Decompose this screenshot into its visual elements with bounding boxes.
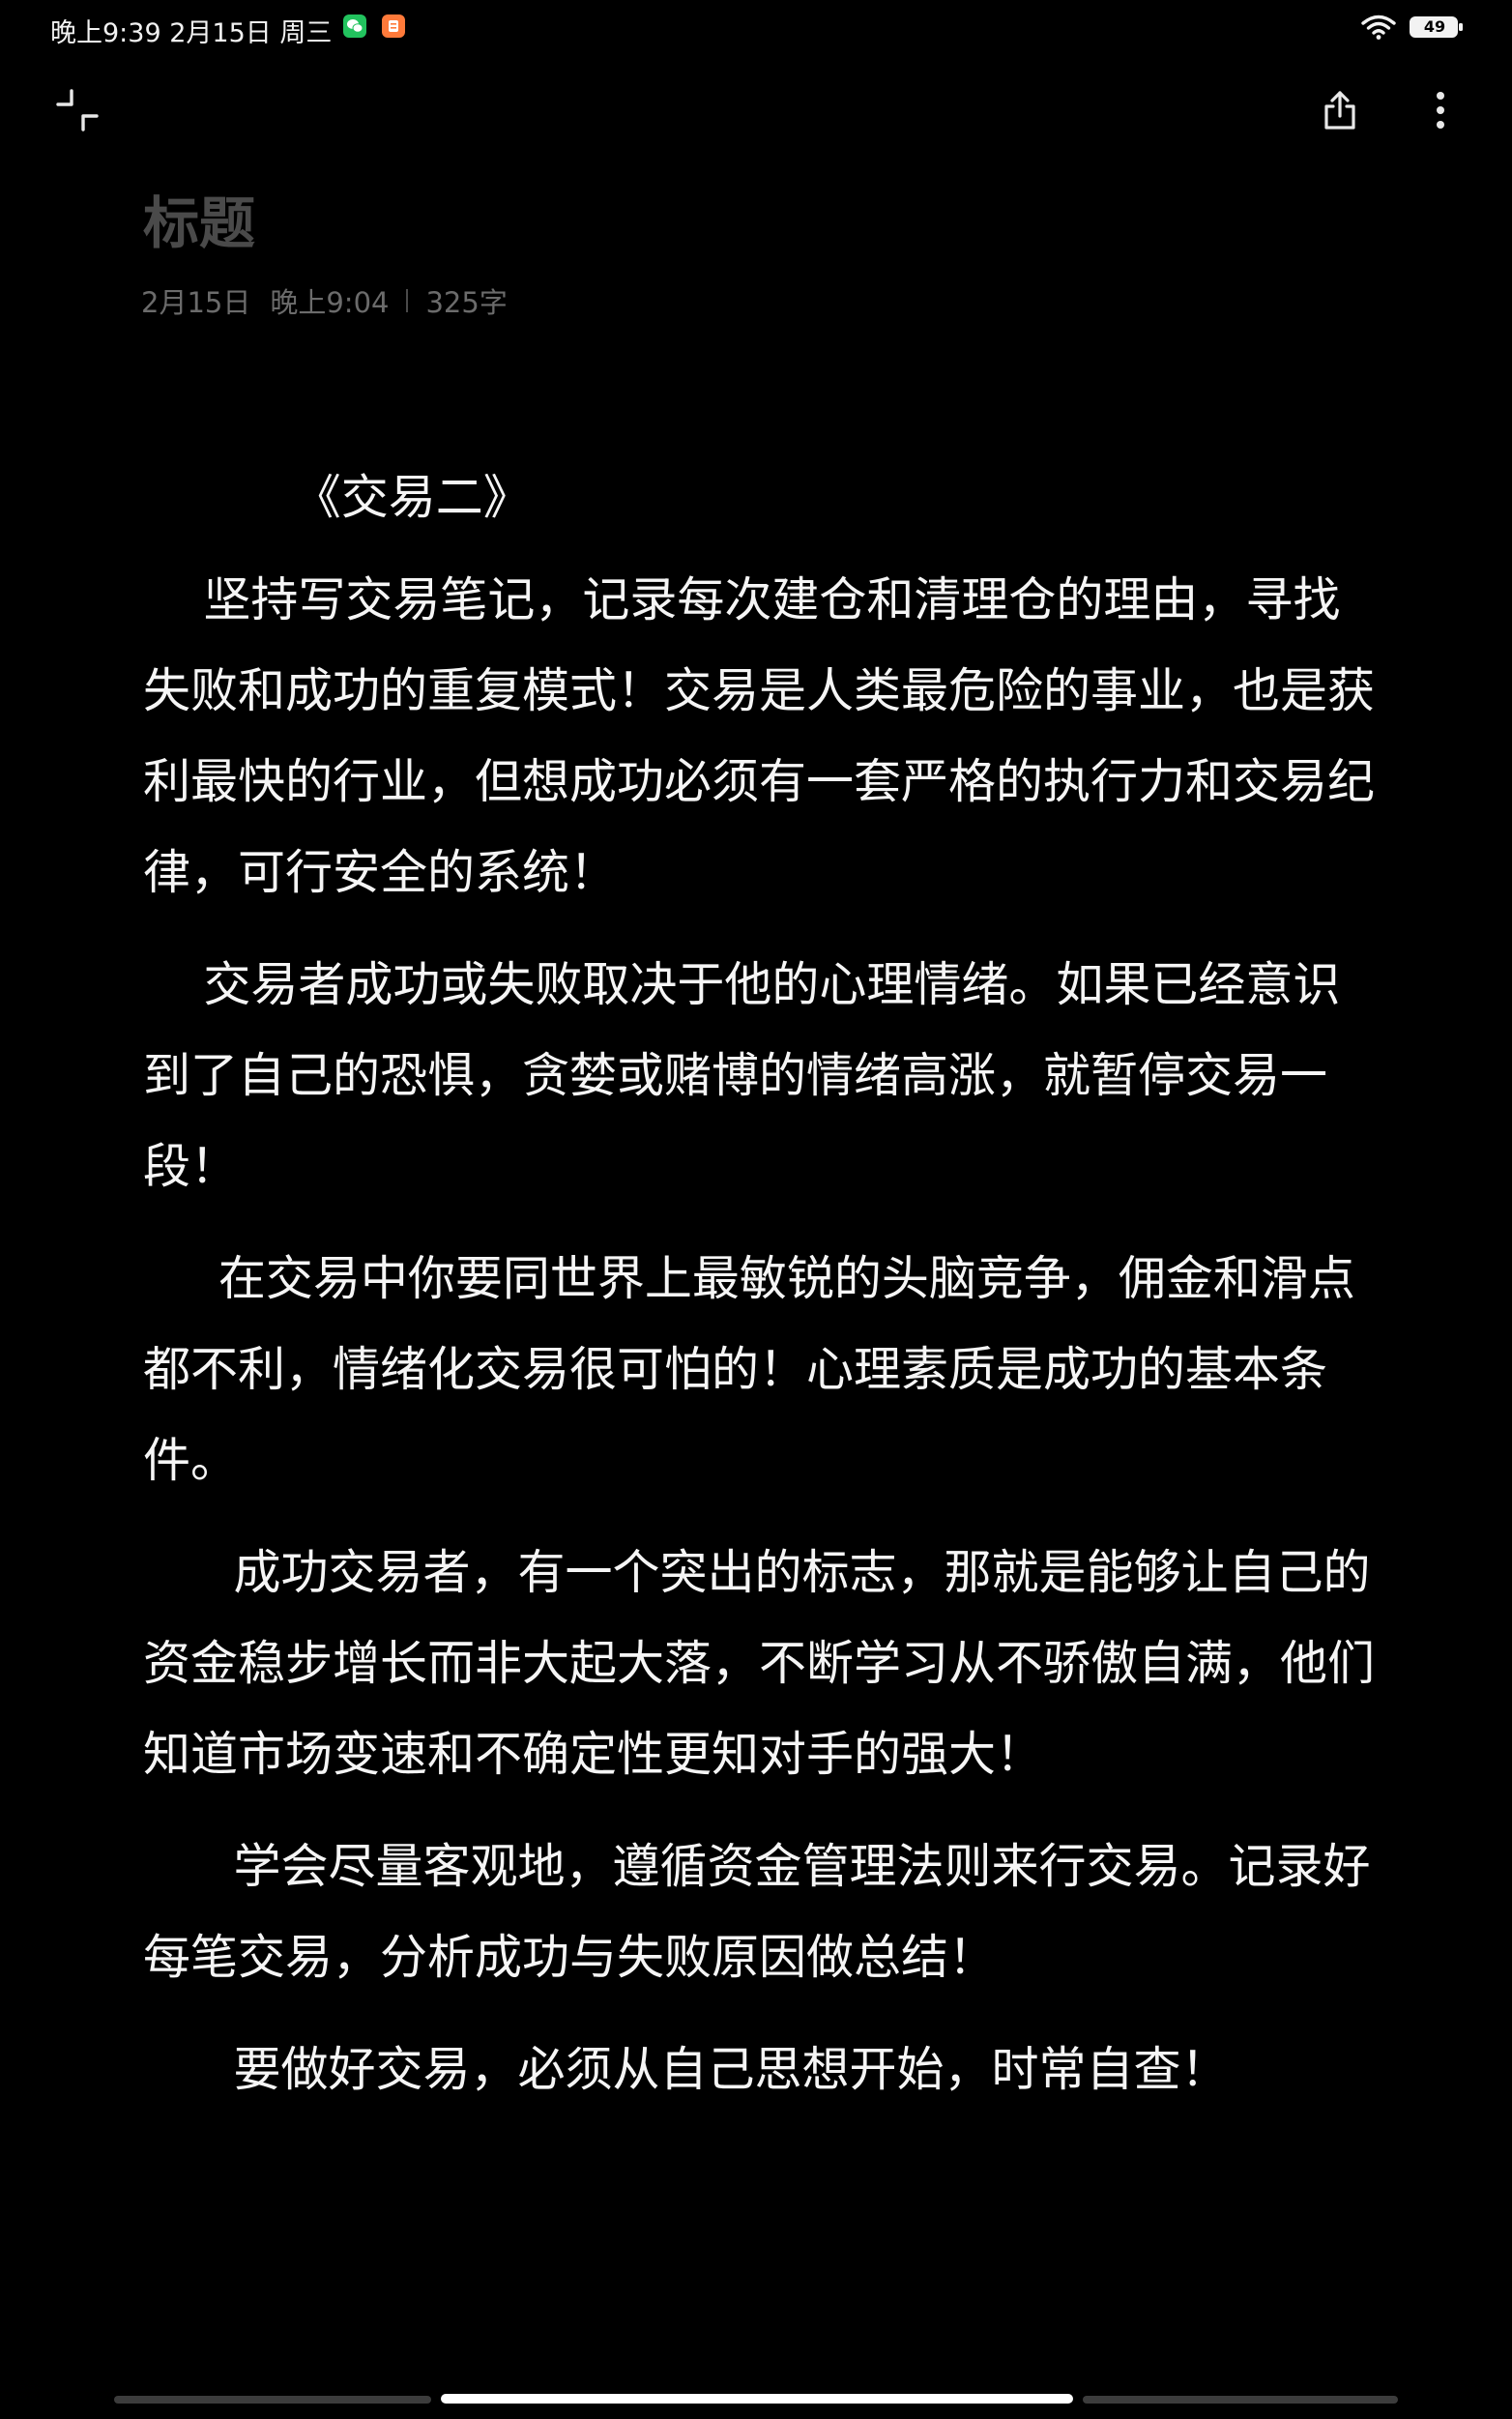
note-title[interactable]: 标题: [143, 178, 255, 259]
note-paragraph-6: 要做好交易，必须从自己思想开始，时常自查！: [143, 2042, 1229, 2097]
battery-level: 49: [1423, 17, 1446, 36]
note-word-count: 325字: [425, 286, 508, 319]
note-date: 2月15日: [141, 286, 251, 319]
note-paragraph-5: 学会尽量客观地，遵循资金管理法则来行交易。记录好每笔交易，分析成功与失败原因做总…: [143, 1839, 1371, 1985]
gesture-bar-left: [114, 2396, 431, 2404]
meta-divider: [406, 289, 409, 312]
more-vertical-icon: [1437, 92, 1444, 129]
note-paragraph-1: 坚持写交易笔记，记录每次建仓和清理仓的理由，寻找失败和成功的重复模式！交易是人类…: [143, 572, 1376, 900]
share-button[interactable]: [1305, 75, 1375, 145]
note-paragraph-4: 成功交易者，有一个突出的标志，那就是能够让自己的资金稳步增长而非大起大落，不断学…: [143, 1545, 1376, 1782]
share-icon: [1324, 91, 1355, 130]
note-paragraph-3: 在交易中你要同世界上最敏锐的头脑竞争，佣金和滑点都不利，情绪化交易很可怕的！心理…: [143, 1251, 1355, 1488]
more-options-button[interactable]: [1406, 75, 1475, 145]
wechat-icon: [343, 15, 366, 38]
collapse-icon: [56, 89, 99, 131]
note-paragraph-heading: 《交易二》: [143, 470, 531, 525]
status-time: 晚上9:39 2月15日 周三: [50, 18, 333, 48]
note-paragraph-2: 交易者成功或失败取决于他的心理情绪。如果已经意识到了自己的恐惧，贪婪或赌博的情绪…: [143, 957, 1341, 1194]
status-bar: 晚上9:39 2月15日 周三 49: [0, 0, 1512, 54]
collapse-button[interactable]: [43, 75, 112, 145]
wifi-icon: [1361, 15, 1396, 40]
gesture-bar-right: [1083, 2396, 1398, 2404]
orange-app-icon: [382, 15, 405, 38]
note-time: 晚上9:04: [270, 286, 390, 319]
note-meta: 2月15日 晚上9:04 325字: [141, 280, 508, 321]
gesture-home-bar[interactable]: [441, 2394, 1073, 2404]
note-body[interactable]: 《交易二》 坚持写交易笔记，记录每次建仓和清理仓的理由，寻找失败和成功的重复模式…: [143, 452, 1381, 2137]
